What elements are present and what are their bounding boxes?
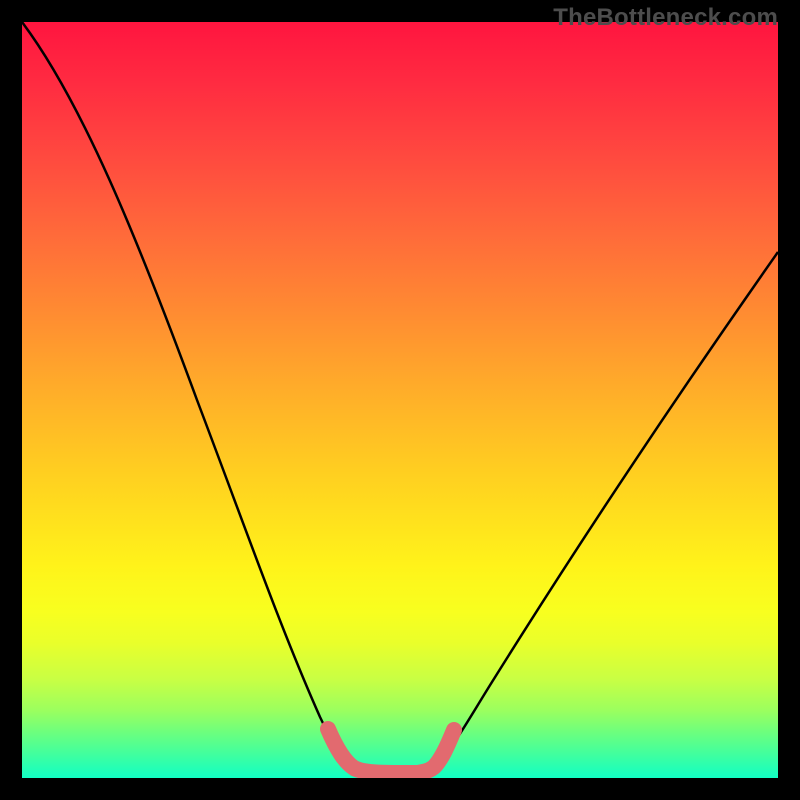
bottleneck-curve xyxy=(22,22,778,773)
watermark: TheBottleneck.com xyxy=(553,4,778,32)
curve-layer xyxy=(22,22,778,778)
chart-stage: TheBottleneck.com xyxy=(0,0,800,800)
optimal-range-highlight xyxy=(328,729,454,773)
plot-area xyxy=(22,22,778,778)
